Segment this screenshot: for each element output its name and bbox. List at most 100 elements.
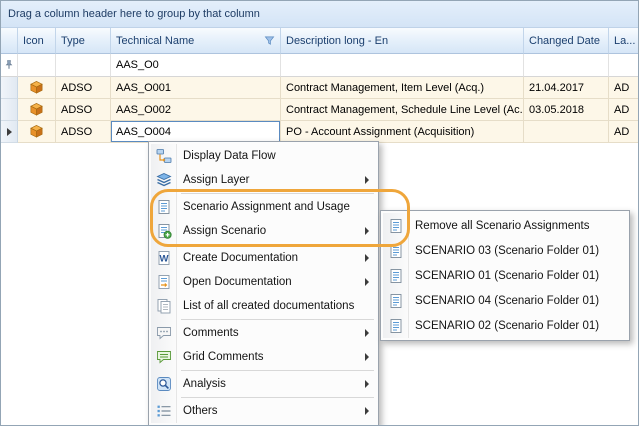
menu-item-list-of-created-documentations[interactable]: List of all created documentations [151,294,376,318]
cell-icon[interactable] [18,99,56,121]
adso-cube-icon [29,124,44,139]
menu-item-label: List of all created documentations [183,300,354,312]
column-header-label: Changed Date [529,35,600,47]
grid-window: Drag a column header here to group by th… [0,0,639,426]
menu-separator [181,397,374,398]
cell-changed-date[interactable] [524,121,609,143]
cell-last-changed[interactable]: AD [609,121,638,143]
table-row[interactable]: ADSO AAS_O002 Contract Management, Sched… [1,99,638,121]
group-by-panel[interactable]: Drag a column header here to group by th… [1,1,638,28]
menu-item-label: Scenario Assignment and Usage [183,201,350,213]
menu-item-display-data-flow[interactable]: Display Data Flow [151,144,376,168]
cell-changed-date[interactable]: 21.04.2017 [524,77,609,99]
filter-cell-technical-name[interactable]: AAS_O0 [111,54,281,77]
adso-cube-icon [29,102,44,117]
cell-icon[interactable] [18,77,56,99]
column-header-type[interactable]: Type [56,28,111,54]
grid-header-row: Icon Type Technical Name Description lon… [1,28,638,54]
cell-description[interactable]: Contract Management, Item Level (Acq.) [281,77,524,99]
scenario-usage-icon [156,199,172,215]
scenario-doc-icon [388,268,404,284]
adso-cube-icon [29,80,44,95]
submenu-arrow-icon [365,278,369,286]
column-header-label: Description long - En [286,35,388,47]
menu-item-open-documentation[interactable]: Open Documentation [151,270,376,294]
column-header-icon[interactable]: Icon [18,28,56,54]
group-by-text: Drag a column header here to group by th… [8,8,260,20]
row-indicator-selected [1,121,18,143]
cell-type[interactable]: ADSO [56,121,111,143]
column-header-description[interactable]: Description long - En [281,28,524,54]
cell-icon[interactable] [18,121,56,143]
cell-type[interactable]: ADSO [56,99,111,121]
filter-cell-changed-date[interactable] [524,54,609,77]
cell-technical-name-focused[interactable]: AAS_O004 [111,121,281,143]
context-menu: Display Data Flow Assign Layer Scenario … [148,141,379,426]
menu-item-label: Analysis [183,378,226,390]
menu-item-comments[interactable]: Comments [151,321,376,345]
filter-funnel-icon[interactable] [264,35,275,46]
menu-item-label: Open Documentation [183,276,292,288]
menu-item-label: Remove all Scenario Assignments [415,220,590,232]
cell-last-changed[interactable]: AD [609,77,638,99]
column-header-changed-date[interactable]: Changed Date [524,28,609,54]
layers-icon [156,172,172,188]
column-header-technical-name[interactable]: Technical Name [111,28,281,54]
submenu-item-scenario-04[interactable]: SCENARIO 04 (Scenario Folder 01) [383,288,627,313]
submenu-item-scenario-02[interactable]: SCENARIO 02 (Scenario Folder 01) [383,313,627,338]
menu-item-label: Others [183,405,218,417]
scenario-doc-icon [388,318,404,334]
menu-item-scenario-assignment-and-usage[interactable]: Scenario Assignment and Usage [151,195,376,219]
column-header-label: Icon [23,35,44,47]
submenu-item-scenario-03[interactable]: SCENARIO 03 (Scenario Folder 01) [383,238,627,263]
cell-description[interactable]: PO - Account Assignment (Acquisition) [281,121,524,143]
cell-description[interactable]: Contract Management, Schedule Line Level… [281,99,524,121]
submenu-item-scenario-01[interactable]: SCENARIO 01 (Scenario Folder 01) [383,263,627,288]
grid-comment-icon [156,349,172,365]
menu-item-assign-layer[interactable]: Assign Layer [151,168,376,192]
filter-cell-description[interactable] [281,54,524,77]
submenu-arrow-icon [365,380,369,388]
comment-icon [156,325,172,341]
header-indicator-cell [1,28,18,54]
submenu-arrow-icon [365,227,369,235]
menu-item-label: Assign Layer [183,174,249,186]
filter-cell-last-changed[interactable] [609,54,638,77]
cell-technical-name[interactable]: AAS_O002 [111,99,281,121]
submenu-arrow-icon [365,254,369,262]
table-row[interactable]: ADSO AAS_O001 Contract Management, Item … [1,77,638,99]
menu-separator [181,319,374,320]
menu-item-analysis[interactable]: Analysis [151,372,376,396]
filter-cell-type[interactable] [56,54,111,77]
menu-item-label: Comments [183,327,239,339]
cell-technical-name[interactable]: AAS_O001 [111,77,281,99]
menu-item-others[interactable]: Others [151,399,376,423]
analysis-icon [156,376,172,392]
submenu-arrow-icon [365,407,369,415]
menu-item-label: Grid Comments [183,351,264,363]
open-doc-icon [156,274,172,290]
cell-last-changed[interactable]: AD [609,99,638,121]
menu-separator [181,244,374,245]
menu-item-create-documentation[interactable]: W Create Documentation [151,246,376,270]
column-header-last-changed[interactable]: La... [609,28,638,54]
menu-item-label: SCENARIO 01 (Scenario Folder 01) [415,270,599,282]
row-indicator [1,99,18,121]
menu-item-label: SCENARIO 03 (Scenario Folder 01) [415,245,599,257]
grid-filter-row: AAS_O0 [1,54,638,77]
column-header-label: La... [614,35,635,47]
menu-item-assign-scenario[interactable]: Assign Scenario [151,219,376,243]
data-flow-icon [156,148,172,164]
menu-item-grid-comments[interactable]: Grid Comments [151,345,376,369]
menu-item-label: SCENARIO 04 (Scenario Folder 01) [415,295,599,307]
cell-type[interactable]: ADSO [56,77,111,99]
scenario-doc-icon [388,293,404,309]
table-row[interactable]: ADSO AAS_O004 PO - Account Assignment (A… [1,121,638,143]
column-header-label: Technical Name [116,35,194,47]
others-icon [156,403,172,419]
filter-cell-icon[interactable] [18,54,56,77]
menu-separator [181,370,374,371]
cell-changed-date[interactable]: 03.05.2018 [524,99,609,121]
submenu-item-remove-all-scenario-assignments[interactable]: Remove all Scenario Assignments [383,213,627,238]
scenario-doc-icon [388,243,404,259]
